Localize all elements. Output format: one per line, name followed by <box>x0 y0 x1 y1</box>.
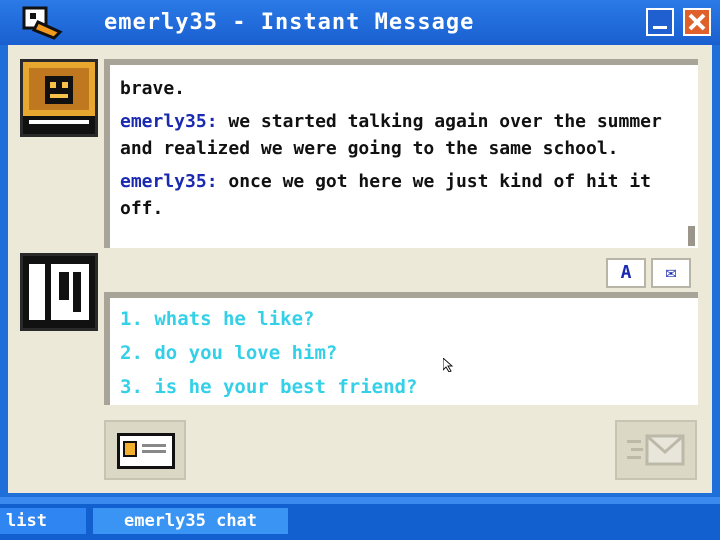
chat-message: emerly35: once we got here we just kind … <box>120 168 672 222</box>
user-avatar-icon <box>23 256 95 328</box>
chat-message: brave. <box>120 75 672 102</box>
scroll-thumb[interactable] <box>688 226 695 246</box>
window-title: emerly35 - Instant Message <box>104 10 475 35</box>
reply-option[interactable]: 1. whats he like? <box>120 302 688 336</box>
minimize-button[interactable] <box>646 8 674 36</box>
chat-log[interactable]: brave. emerly35: we started talking agai… <box>104 59 698 248</box>
chat-message: emerly35: we started talking again over … <box>120 108 672 162</box>
send-envelope-icon <box>627 434 685 466</box>
font-button[interactable]: A <box>606 258 646 288</box>
user-avatar <box>20 253 98 331</box>
taskbar-list-tab[interactable]: list <box>0 508 86 534</box>
message-sender: emerly35: <box>120 171 218 192</box>
profile-button[interactable] <box>104 420 186 480</box>
chat-scrollbar[interactable] <box>688 65 695 248</box>
profile-card-icon <box>117 433 175 469</box>
im-panel: brave. emerly35: we started talking agai… <box>8 45 712 493</box>
reply-option[interactable]: 2. do you love him? <box>120 336 688 370</box>
close-button[interactable] <box>683 8 711 36</box>
close-icon <box>688 13 706 31</box>
message-text: brave. <box>120 78 186 99</box>
buddy-avatar-icon <box>23 62 95 134</box>
title-bar: emerly35 - Instant Message <box>0 0 720 45</box>
taskbar-chat-tab[interactable]: emerly35 chat <box>93 508 288 534</box>
envelope-button[interactable]: ✉ <box>651 258 691 288</box>
reply-options: 1. whats he like? 2. do you love him? 3.… <box>104 292 698 405</box>
mouse-pointer-icon <box>443 358 453 372</box>
reply-option[interactable]: 3. is he your best friend? <box>120 370 688 404</box>
duck-head-icon <box>22 6 63 40</box>
buddy-avatar <box>20 59 98 137</box>
taskbar-edge <box>0 497 720 504</box>
message-sender: emerly35: <box>120 111 218 132</box>
send-button[interactable] <box>615 420 697 480</box>
